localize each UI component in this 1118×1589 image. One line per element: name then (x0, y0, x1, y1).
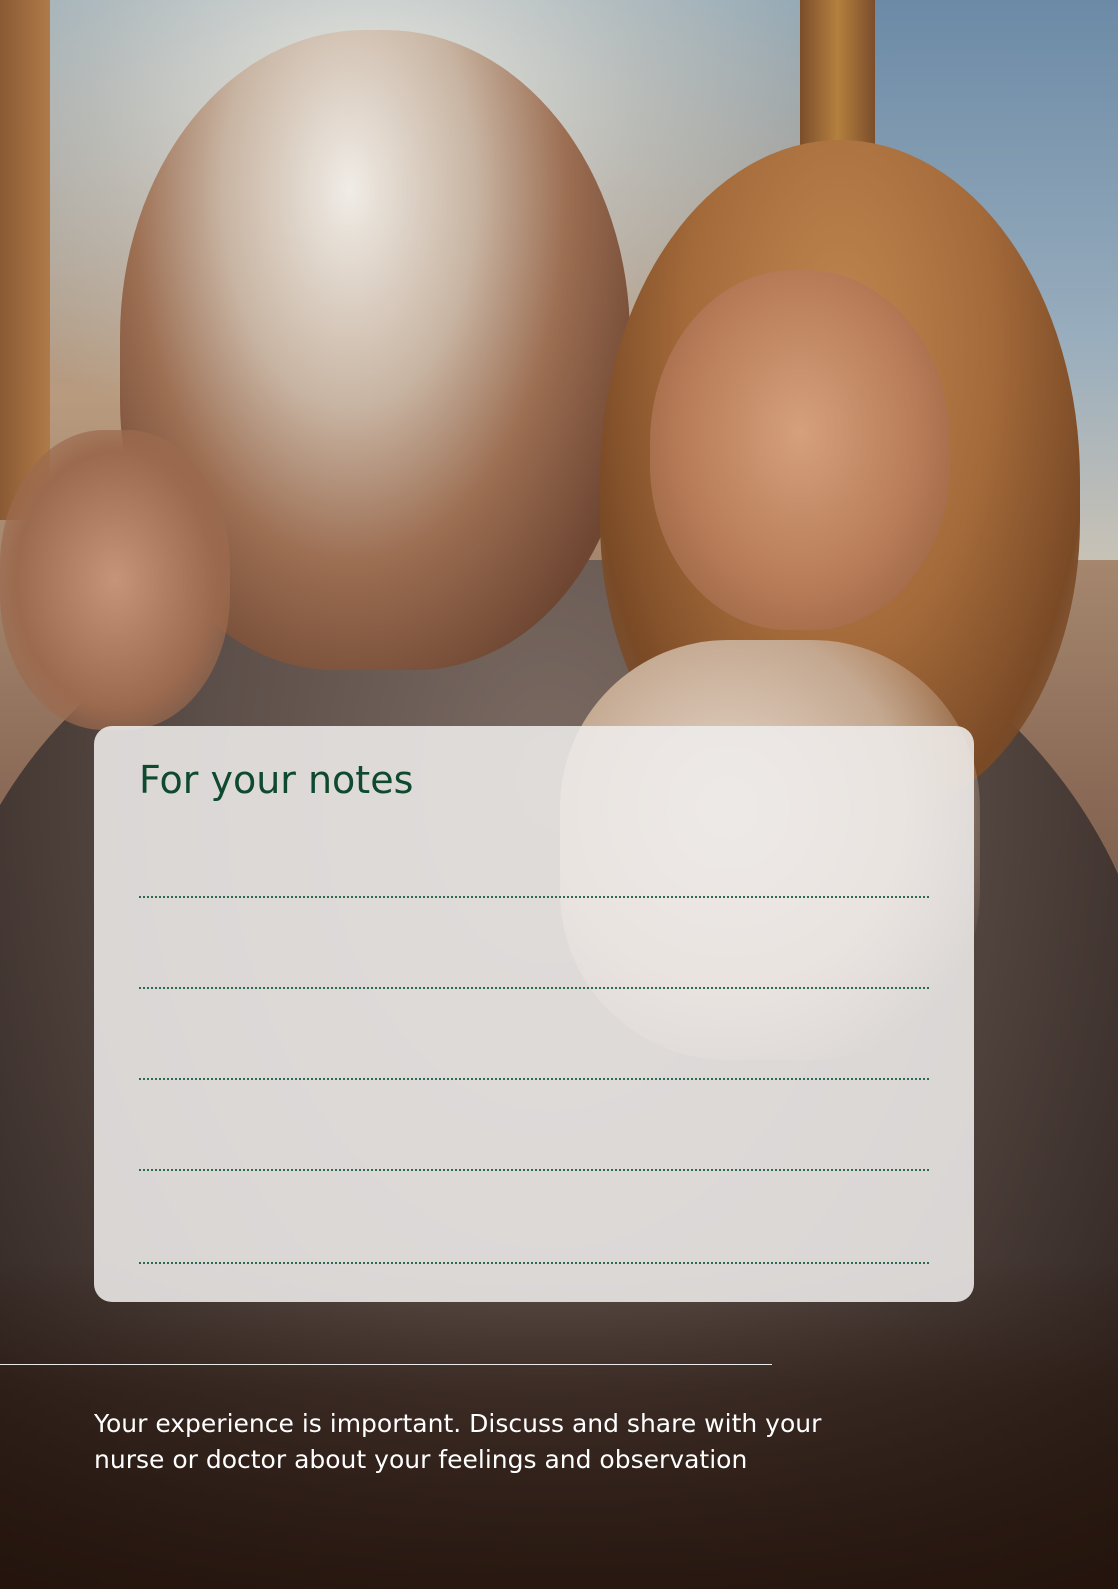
note-line-2[interactable] (139, 987, 929, 989)
girl-face (650, 270, 950, 630)
note-line-1[interactable] (139, 896, 929, 898)
note-line-3[interactable] (139, 1078, 929, 1080)
footer-message: Your experience is important. Discuss an… (94, 1409, 822, 1474)
notes-card: For your notes (94, 726, 974, 1302)
footer-divider (0, 1364, 772, 1365)
notes-title: For your notes (139, 758, 414, 802)
girl-hand (0, 430, 230, 730)
note-line-5[interactable] (139, 1262, 929, 1264)
note-line-4[interactable] (139, 1169, 929, 1171)
window-frame-left (0, 0, 50, 520)
